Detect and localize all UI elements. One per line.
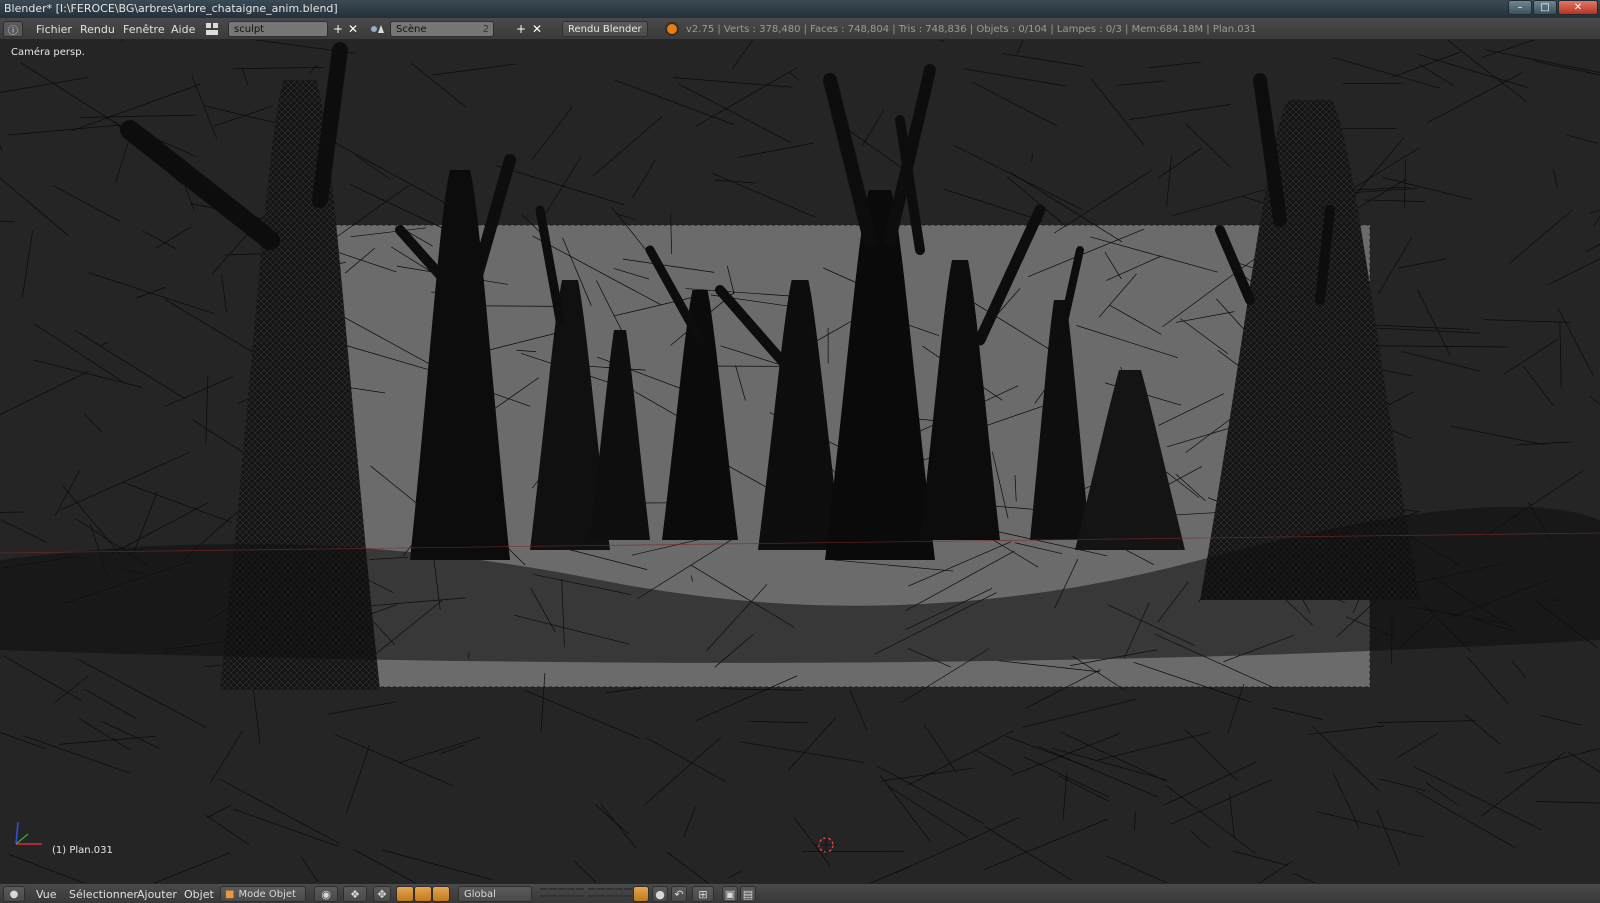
menu-selectionner[interactable]: Sélectionner — [65, 886, 142, 902]
screen-layout-field[interactable]: sculpt — [228, 21, 328, 37]
menu-fenetre[interactable]: Fenêtre — [119, 21, 169, 37]
plus-icon: + — [332, 22, 344, 36]
info-header: ⓘ Fichier Rendu Fenêtre Aide sculpt + ✕ … — [0, 18, 1600, 40]
scene-stats: v2.75 | Verts : 378,480 | Faces : 748,80… — [686, 23, 1257, 35]
opengl-anim-button[interactable]: ▤ — [740, 886, 756, 902]
info-editor-type-button[interactable]: ⓘ — [3, 21, 23, 37]
add-screen-button[interactable]: + — [330, 21, 346, 37]
cursor-3d-icon[interactable] — [815, 834, 837, 856]
pivot-icon: ❖ — [350, 887, 360, 901]
snap-toggle[interactable]: ↶ — [671, 886, 687, 902]
manipulator-toggle[interactable]: ✥ — [373, 886, 391, 902]
magnet-icon: ↶ — [674, 887, 684, 901]
scale-manipulator-button[interactable] — [432, 886, 450, 902]
menu-ajouter[interactable]: Ajouter — [133, 886, 181, 902]
info-icon: ⓘ — [8, 25, 18, 37]
scene-users-count: 2 — [482, 23, 489, 35]
render-engine-select[interactable]: Rendu Blender — [562, 21, 648, 37]
menu-objet[interactable]: Objet — [180, 886, 218, 902]
layer-buttons-left[interactable] — [540, 886, 584, 902]
view-label: Caméra persp. — [11, 47, 85, 58]
transform-orientation-select[interactable]: Global — [458, 886, 532, 902]
close-icon: ✕ — [531, 22, 543, 36]
object-mode-icon: ■ — [225, 888, 235, 900]
scene-shapes-icon — [371, 25, 384, 33]
snap-grid-icon: ⊞ — [698, 887, 708, 901]
maximize-button[interactable]: □ — [1533, 0, 1557, 15]
mode-select[interactable]: ■ Mode Objet — [220, 886, 306, 902]
layout-grid-icon — [206, 23, 218, 35]
close-window-button[interactable]: ✕ — [1558, 0, 1598, 15]
scene-name-text: Scène — [396, 23, 427, 35]
menu-rendu[interactable]: Rendu — [76, 21, 119, 37]
proportional-edit-button[interactable]: ● — [652, 886, 668, 902]
menu-vue[interactable]: Vue — [32, 886, 61, 902]
window-title: Blender* [I:\FEROCE\BG\arbres\arbre_chat… — [4, 2, 338, 15]
camera-icon: ▣ — [724, 887, 736, 901]
window-title-bar: Blender* [I:\FEROCE\BG\arbres\arbre_chat… — [0, 0, 1600, 18]
view3d-header: ● Vue Sélectionner Ajouter Objet ■ Mode … — [0, 883, 1600, 903]
delete-scene-button[interactable]: ✕ — [529, 21, 545, 37]
add-scene-button[interactable]: + — [513, 21, 529, 37]
window-controls: – □ ✕ — [1508, 0, 1598, 17]
manipulator-icon: ✥ — [377, 887, 387, 901]
shading-sphere-icon: ◉ — [321, 887, 331, 901]
menu-fichier[interactable]: Fichier — [32, 21, 76, 37]
scene-icon[interactable] — [369, 21, 385, 37]
view3d-editor-type-button[interactable]: ● — [3, 886, 25, 902]
pivot-select[interactable]: ❖ — [343, 886, 367, 902]
snap-element-select[interactable]: ⊞ — [692, 886, 714, 902]
minimize-button[interactable]: – — [1508, 0, 1532, 15]
proportional-icon: ● — [655, 887, 665, 901]
close-icon: ✕ — [347, 22, 359, 36]
lock-layers-button[interactable] — [633, 886, 649, 902]
clapper-icon: ▤ — [742, 887, 754, 901]
layer-buttons-right[interactable] — [588, 886, 632, 902]
opengl-render-button[interactable]: ▣ — [722, 886, 738, 902]
axis-gizmo-icon — [15, 821, 42, 845]
scene-name-field[interactable]: Scène 2 — [390, 21, 494, 37]
delete-screen-button[interactable]: ✕ — [345, 21, 361, 37]
shading-select[interactable]: ◉ — [314, 886, 338, 902]
active-object-label: (1) Plan.031 — [52, 845, 113, 856]
menu-aide[interactable]: Aide — [167, 21, 199, 37]
screen-layout-icon[interactable] — [204, 21, 220, 37]
view3d-icon: ● — [9, 888, 19, 900]
3d-viewport[interactable]: Caméra persp. (1) Plan.031 — [0, 40, 1600, 883]
plus-icon: + — [515, 22, 527, 36]
translate-manipulator-button[interactable] — [396, 886, 414, 902]
blender-logo-icon — [665, 21, 679, 37]
mode-select-label: Mode Objet — [238, 888, 296, 900]
wireframe-scene — [0, 40, 1600, 883]
rotate-manipulator-button[interactable] — [414, 886, 432, 902]
